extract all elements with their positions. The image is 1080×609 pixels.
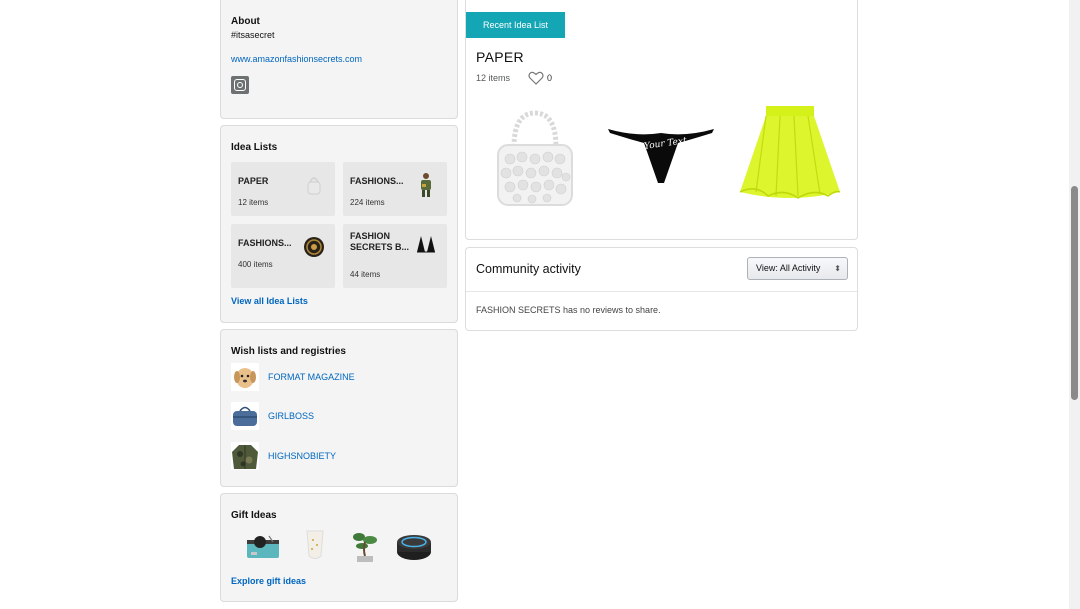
denim-bag-thumbnail <box>231 402 259 430</box>
like-count: 0 <box>547 73 553 83</box>
bikini-top-thumbnail <box>417 236 435 253</box>
idea-list-item-count: 12 items <box>476 73 511 83</box>
heart-icon[interactable] <box>528 71 544 85</box>
scrollbar-thumb[interactable] <box>1071 186 1078 400</box>
wish-list-item: FORMAT MAGAZINE <box>231 363 451 391</box>
idea-lists-section: Idea Lists PAPER 12 items FASHIONS... 22… <box>220 125 458 323</box>
about-section: About #itsasecret www.amazonfashionsecre… <box>220 0 458 119</box>
website-link[interactable]: www.amazonfashionsecrets.com <box>231 54 362 64</box>
thong-image <box>608 129 714 183</box>
about-title: About <box>231 16 260 27</box>
about-tagline: #itsasecret <box>231 30 275 40</box>
instagram-icon[interactable] <box>231 76 249 94</box>
puppy-thumbnail <box>231 363 259 391</box>
recent-idea-list-card: Recent Idea List PAPER 12 items 0 Your T… <box>465 0 858 240</box>
view-label: View: <box>756 263 778 273</box>
beaded-bag-thumbnail <box>307 177 321 195</box>
recent-idea-list-tab[interactable]: Recent Idea List <box>466 12 565 38</box>
community-activity-card: Community activity View: All Activity ⬍ … <box>465 247 858 331</box>
idea-list-name: FASHIONS... <box>238 238 292 248</box>
record-player-gift[interactable] <box>245 528 281 564</box>
view-all-idea-lists-link[interactable]: View all Idea Lists <box>231 296 308 306</box>
idea-list-count: 44 items <box>350 270 381 279</box>
idea-list-count: 12 items <box>238 198 269 207</box>
dropdown-arrows-icon: ⬍ <box>834 264 841 273</box>
idea-list-count: 224 items <box>350 198 385 207</box>
camo-figure-thumbnail <box>421 173 431 197</box>
idea-list-tile[interactable]: FASHION SECRETS B... 44 items <box>343 224 447 288</box>
bonsai-tree-gift[interactable] <box>347 528 383 564</box>
explore-gift-ideas-link[interactable]: Explore gift ideas <box>231 576 306 586</box>
tutu-skirt-product[interactable] <box>736 104 844 204</box>
wish-list-link[interactable]: GIRLBOSS <box>268 411 314 421</box>
idea-list-title[interactable]: PAPER <box>476 49 524 65</box>
idea-list-name: FASHION SECRETS B... <box>350 231 410 252</box>
wish-list-link[interactable]: HIGHSNOBIETY <box>268 451 336 461</box>
gift-ideas-section: Gift Ideas Explore gift ideas <box>220 493 458 602</box>
idea-lists-title: Idea Lists <box>231 142 278 153</box>
wish-lists-section: Wish lists and registries FORMAT MAGAZIN… <box>220 329 458 487</box>
activity-filter-dropdown[interactable]: View: All Activity ⬍ <box>747 257 848 280</box>
idea-list-count: 400 items <box>238 260 273 269</box>
wish-lists-title: Wish lists and registries <box>231 346 346 357</box>
gift-ideas-title: Gift Ideas <box>231 510 277 521</box>
wish-list-item: GIRLBOSS <box>231 402 451 430</box>
community-activity-title: Community activity <box>476 262 581 276</box>
idea-list-name: FASHIONS... <box>350 176 404 186</box>
wine-glass-gift[interactable] <box>297 528 333 564</box>
divider <box>466 291 857 292</box>
camo-jacket-thumbnail <box>231 442 259 470</box>
empty-reviews-message: FASHION SECRETS has no reviews to share. <box>476 305 661 315</box>
beaded-bag-product[interactable] <box>492 107 578 211</box>
thong-product[interactable]: Your Text <box>606 121 716 187</box>
idea-list-tile[interactable]: FASHIONS... 400 items <box>231 224 335 288</box>
wish-list-link[interactable]: FORMAT MAGAZINE <box>268 372 355 382</box>
idea-list-tile[interactable]: FASHIONS... 224 items <box>343 162 447 216</box>
idea-list-tile[interactable]: PAPER 12 items <box>231 162 335 216</box>
gold-coin-thumbnail <box>304 237 324 257</box>
idea-list-name: PAPER <box>238 176 269 186</box>
smart-speaker-gift[interactable] <box>396 528 432 564</box>
wish-list-item: HIGHSNOBIETY <box>231 442 451 470</box>
view-value: All Activity <box>779 263 821 273</box>
